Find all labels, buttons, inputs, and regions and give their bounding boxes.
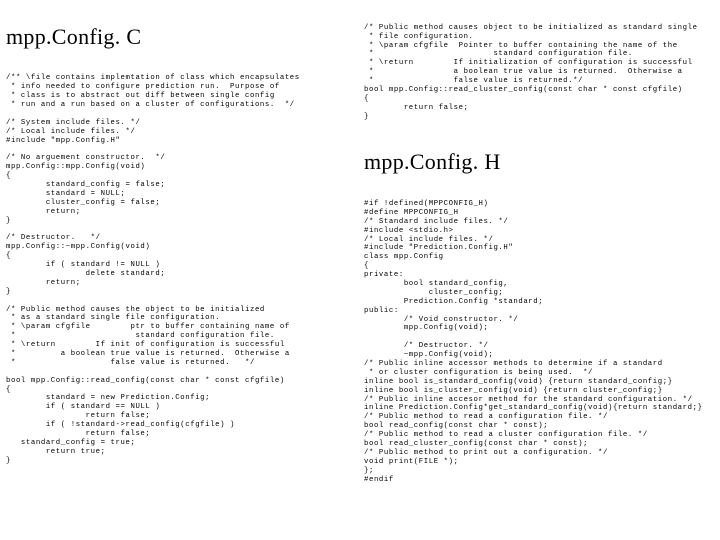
left-code: /** \file contains implemtation of class…	[6, 74, 356, 465]
right-title: mpp.Config. H	[364, 149, 714, 176]
left-column: mpp.Config. C /** \file contains implemt…	[6, 6, 356, 534]
left-title: mpp.Config. C	[6, 24, 356, 51]
right-pre-code: /* Public method causes object to be ini…	[364, 24, 714, 122]
right-code: #if !defined(MPPCONFIG_H) #define MPPCON…	[364, 200, 714, 485]
right-column: /* Public method causes object to be ini…	[364, 6, 714, 534]
